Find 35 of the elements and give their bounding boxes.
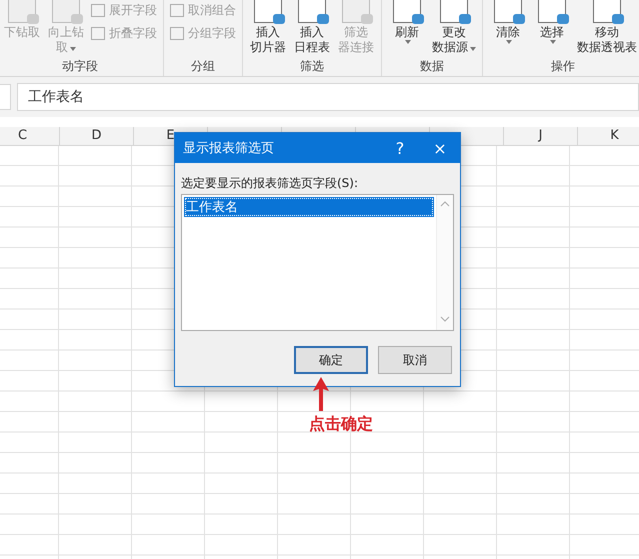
ribbon-button[interactable]: 插入 切片器	[249, 0, 287, 55]
group-label: 筛选	[299, 58, 325, 75]
ribbon-button[interactable]: 清除	[489, 0, 527, 44]
column-header[interactable]: J	[504, 127, 578, 145]
group-label: 数据	[419, 58, 445, 75]
ribbon-button[interactable]: 更改 数据源	[432, 0, 476, 55]
field-icon	[170, 27, 184, 40]
caret-icon	[70, 47, 76, 51]
help-button[interactable]: ?	[380, 133, 420, 163]
close-button[interactable]: ×	[420, 133, 460, 163]
list-item[interactable]: 工作表名	[184, 197, 434, 217]
column-header[interactable]: D	[60, 127, 134, 145]
group-label: 操作	[550, 58, 576, 75]
ribbon-button[interactable]: 插入 日程表	[293, 0, 331, 55]
field-prompt: 选定要显示的报表筛选页字段(S):	[181, 175, 360, 192]
field-icon	[91, 4, 105, 17]
caret-icon	[506, 40, 512, 44]
group-label: 动字段	[61, 58, 99, 75]
ribbon-button[interactable]: 刷新	[388, 0, 426, 44]
column-header[interactable]: C	[0, 127, 60, 145]
group-label: 分组	[190, 58, 216, 75]
field-icon	[170, 4, 184, 17]
caret-icon	[405, 40, 411, 44]
formula-field[interactable]: 工作表名	[17, 83, 639, 111]
scrollbar[interactable]	[436, 195, 453, 330]
caret-icon	[550, 40, 556, 44]
annotation-text: 点击确定	[309, 414, 373, 435]
ribbon-button[interactable]: 移动 数据透视表	[577, 0, 637, 55]
dialog-button[interactable]: 确定	[294, 346, 368, 374]
arrow-icon	[312, 377, 330, 411]
ribbon-button[interactable]: 选择	[533, 0, 571, 44]
caret-icon	[470, 47, 476, 51]
column-header[interactable]: K	[578, 127, 639, 145]
dialog-button[interactable]: 取消	[378, 346, 452, 374]
field-icon	[91, 27, 105, 40]
